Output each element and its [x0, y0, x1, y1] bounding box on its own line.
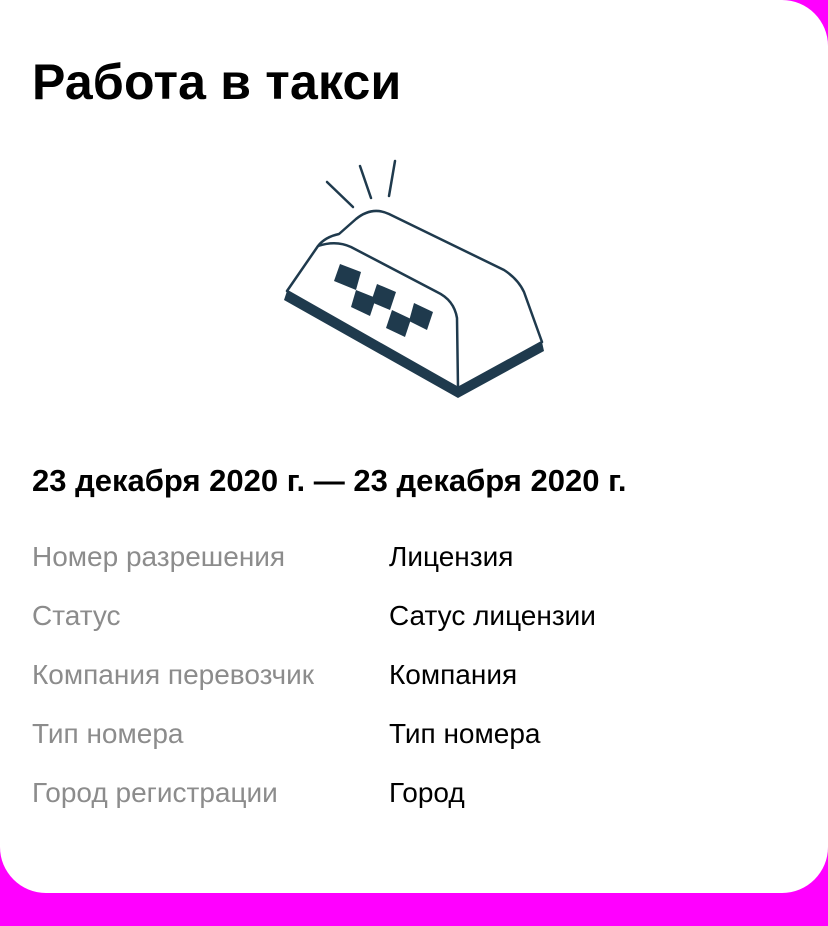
- detail-label: Номер разрешения: [32, 541, 286, 572]
- detail-row-status: Статус Сатус лицензии: [32, 597, 792, 656]
- detail-value: Город: [389, 777, 465, 808]
- page-title: Работа в такси: [32, 54, 402, 110]
- detail-value: Лицензия: [389, 541, 514, 572]
- detail-row-registration-city: Город регистрации Город: [32, 774, 792, 833]
- detail-label: Компания перевозчик: [32, 659, 314, 690]
- detail-value: Компания: [389, 659, 518, 690]
- validity-period: 23 декабря 2020 г. — 23 декабря 2020 г.: [32, 463, 627, 498]
- detail-value: Тип номера: [389, 718, 541, 749]
- detail-label: Город регистрации: [32, 777, 278, 808]
- detail-row-permit-number: Номер разрешения Лицензия: [32, 538, 792, 597]
- detail-value: Сатус лицензии: [389, 600, 596, 631]
- license-card: Работа в такси 23 декабря 2020 г. — 23 д…: [0, 0, 828, 893]
- detail-row-carrier-company: Компания перевозчик Компания: [32, 656, 792, 715]
- detail-label: Тип номера: [32, 718, 184, 749]
- license-details: Номер разрешения Лицензия Статус Сатус л…: [32, 538, 792, 833]
- detail-label: Статус: [32, 600, 121, 631]
- taxi-roof-sign-icon: [276, 150, 552, 406]
- detail-row-number-type: Тип номера Тип номера: [32, 715, 792, 774]
